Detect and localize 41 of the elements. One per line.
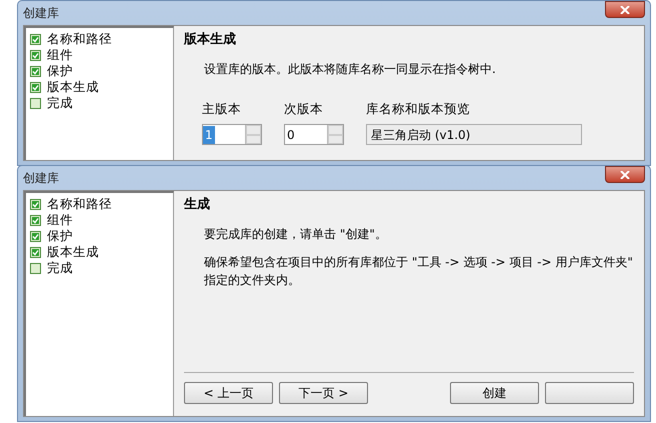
step-label[interactable]: 版本生成 <box>47 244 99 260</box>
checkbox[interactable] <box>30 98 41 108</box>
dialog-button[interactable]: 下一页 > <box>279 382 368 404</box>
preview-field: 星三角启动 (v1.0) <box>366 124 582 146</box>
step-label[interactable]: 保护 <box>47 228 73 244</box>
step-label[interactable]: 组件 <box>47 47 73 63</box>
instruction-text: 设置库的版本。此版本将随库名称一同显示在指令树中. <box>204 60 497 78</box>
checkbox[interactable] <box>30 230 41 242</box>
spin-field[interactable]: 1 <box>202 124 262 146</box>
checkbox[interactable] <box>30 214 41 226</box>
window-title: 创建库 <box>23 5 59 22</box>
checkbox[interactable] <box>30 262 41 274</box>
step-label[interactable]: 完成 <box>47 95 73 111</box>
step-label[interactable]: 组件 <box>47 212 73 228</box>
field-label: 次版本 <box>284 100 324 118</box>
checkbox[interactable] <box>30 66 41 76</box>
page-heading: 生成 <box>184 196 211 214</box>
step-label[interactable]: 名称和路径 <box>47 196 112 212</box>
window-title: 创建库 <box>23 170 59 187</box>
step-label[interactable]: 版本生成 <box>47 79 99 95</box>
dialog-button[interactable]: < 上一页 <box>184 382 273 404</box>
checkbox[interactable] <box>30 50 41 60</box>
checkbox[interactable] <box>30 198 41 210</box>
dialog-button[interactable] <box>545 382 634 404</box>
close-icon <box>620 6 630 14</box>
page-heading: 版本生成 <box>184 31 237 49</box>
instruction-text: 确保希望包含在项目中的所有库都位于 "工具 -> 选项 -> 项目 -> 用户库文件夹" 指定的文件夹内。 <box>204 254 634 288</box>
step-label[interactable]: 保护 <box>47 63 73 79</box>
instruction-text: 要完成库的创建，请单击 "创建"。 <box>204 226 388 242</box>
checkbox[interactable] <box>30 82 41 92</box>
close-button[interactable] <box>605 166 645 183</box>
field-label: 主版本 <box>202 100 242 118</box>
close-icon <box>620 170 630 178</box>
spin-field[interactable]: 0 <box>284 124 344 146</box>
checkbox[interactable] <box>30 34 41 44</box>
close-button[interactable] <box>605 1 645 18</box>
step-label[interactable]: 名称和路径 <box>47 31 112 47</box>
step-label[interactable]: 完成 <box>47 260 73 276</box>
checkbox[interactable] <box>30 246 41 258</box>
field-label: 库名称和版本预览 <box>366 100 471 118</box>
dialog-button[interactable]: 创建 <box>450 382 539 404</box>
